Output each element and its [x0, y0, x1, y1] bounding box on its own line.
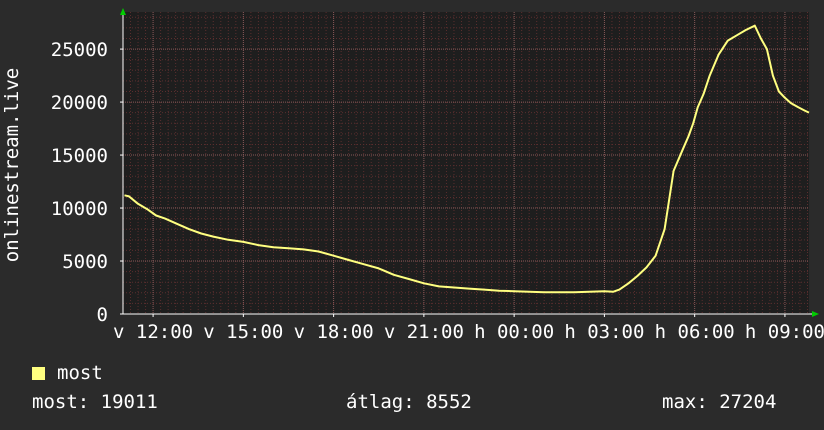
y-tick-label: 25000	[51, 39, 108, 61]
y-axis-title: onlinestream.live	[1, 68, 23, 262]
y-tick-label: 0	[97, 304, 108, 326]
legend: most	[32, 362, 103, 384]
stat-average: átlag: 8552	[346, 391, 472, 413]
line-chart: 0 5000 10000 15000 20000 25000 v 12:00 v 15:00…	[1, 8, 824, 343]
x-axis-arrow-icon	[812, 311, 819, 317]
x-tick-label: h 03:00	[564, 321, 644, 343]
x-tick-label: h 06:00	[655, 321, 735, 343]
plot-area	[123, 12, 809, 314]
y-tick-label: 5000	[62, 251, 108, 273]
x-axis-ticks: v 12:00 v 15:00 v 18:00 v 21:00 h 00:00 h 03:…	[113, 314, 824, 343]
stat-maximum: max: 27204	[662, 391, 777, 413]
x-tick-label: v 18:00	[294, 321, 374, 343]
legend-label: most	[57, 362, 103, 384]
y-tick-label: 10000	[51, 198, 108, 220]
y-axis-ticks: 0 5000 10000 15000 20000 25000	[51, 39, 123, 326]
x-tick-label: v 21:00	[384, 321, 464, 343]
y-axis-arrow-icon	[120, 8, 126, 15]
legend-swatch	[32, 366, 45, 380]
x-tick-label: v 15:00	[203, 321, 283, 343]
y-tick-label: 15000	[51, 145, 108, 167]
x-tick-label: h 09:00	[745, 321, 824, 343]
x-tick-label: h 00:00	[474, 321, 554, 343]
stat-current: most: 19011	[32, 391, 158, 413]
y-tick-label: 20000	[51, 92, 108, 114]
x-tick-label: v 12:00	[113, 321, 193, 343]
